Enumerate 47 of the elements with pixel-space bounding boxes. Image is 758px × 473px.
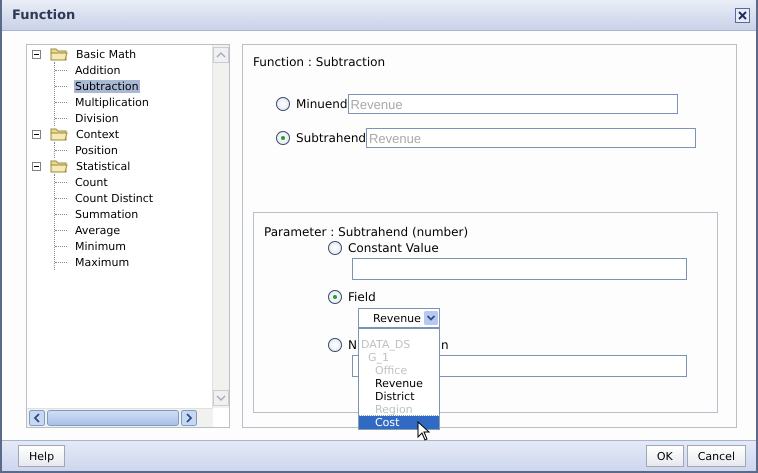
field-dropdown[interactable]: Revenue [358, 308, 440, 328]
collapse-toggle[interactable] [32, 130, 41, 138]
input-field[interactable]: Revenue [348, 94, 678, 114]
radio-button[interactable] [276, 131, 290, 145]
tree-item[interactable]: Context [76, 128, 120, 140]
function-heading: Function : Subtraction [253, 55, 386, 69]
folder-icon [50, 47, 68, 61]
radio-button[interactable] [328, 290, 342, 304]
radio-label: N [348, 338, 357, 352]
tree-item[interactable]: Count [74, 176, 109, 188]
input-field[interactable] [352, 258, 687, 280]
radio-label: Subtrahend [296, 131, 366, 145]
tree-item[interactable]: Subtraction [74, 80, 140, 92]
collapse-toggle[interactable] [32, 50, 41, 58]
close-button[interactable] [735, 8, 750, 22]
folder-icon [50, 127, 68, 141]
tree-item[interactable]: Maximum [74, 256, 130, 268]
tree-item[interactable]: Summation [74, 208, 140, 220]
radio-button[interactable] [328, 338, 342, 352]
radio-label: Minuend [296, 97, 348, 111]
tree-item[interactable]: Statistical [76, 160, 130, 172]
radio-label: Field [348, 290, 376, 304]
tree-item[interactable]: Basic Math [76, 48, 136, 60]
tree-item[interactable]: Position [74, 144, 119, 156]
input-field[interactable]: Revenue [366, 128, 696, 148]
close-icon [738, 10, 747, 20]
horizontal-scrollbar[interactable] [27, 408, 213, 427]
scrollbar-thumb[interactable] [47, 410, 179, 426]
tree-item[interactable]: Minimum [74, 240, 127, 252]
tree-item[interactable]: Count Distinct [74, 192, 154, 204]
folder-icon [50, 159, 68, 173]
tree-item[interactable]: Addition [74, 64, 122, 76]
tree-item[interactable]: Multiplication [74, 96, 150, 108]
radio-button[interactable] [328, 240, 342, 254]
help-button[interactable]: Help [18, 445, 66, 467]
radio-label: Constant Value [348, 240, 439, 254]
window-title: Function [12, 8, 76, 22]
collapse-toggle[interactable] [32, 162, 41, 170]
tree-item[interactable]: Division [74, 112, 120, 124]
parameter-heading: Parameter : Subtrahend (number) [264, 225, 470, 239]
dialog-button[interactable]: OK [646, 445, 684, 467]
dialog-button[interactable]: Cancel [686, 445, 746, 467]
radio-button[interactable] [276, 97, 290, 111]
scroll-right-icon[interactable] [181, 410, 197, 426]
tree-item[interactable]: Average [74, 224, 122, 236]
radio-label: n [440, 338, 449, 352]
scroll-left-icon[interactable] [29, 410, 45, 426]
